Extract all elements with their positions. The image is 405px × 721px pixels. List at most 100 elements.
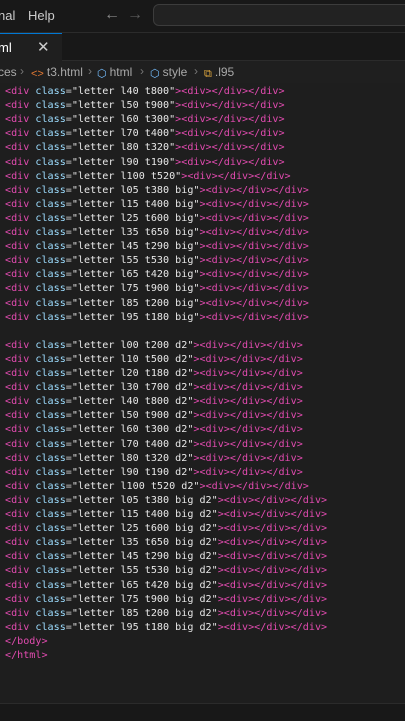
code-token: <div: [5, 424, 30, 436]
code-line[interactable]: <div class="letter l45 t290 big"><div></…: [5, 240, 309, 254]
element-icon: ⬡: [97, 68, 107, 80]
code-token: <div: [5, 311, 30, 323]
code-token: class: [29, 227, 66, 238]
code-line[interactable]: <div class="letter l15 t400 big"><div></…: [5, 198, 309, 212]
code-token: <div: [5, 184, 30, 196]
code-token: <div: [5, 466, 30, 478]
code-token: <div></div></div>: [181, 100, 285, 112]
code-token: <div></div></div>: [181, 86, 285, 97]
code-token: class: [29, 184, 66, 196]
back-arrow-icon[interactable]: ←: [104, 6, 120, 24]
breadcrumb-style-label: style: [162, 65, 188, 79]
code-line[interactable]: </body>: [5, 635, 48, 649]
code-line[interactable]: <div class="letter l90 t190 d2"><div></d…: [5, 466, 303, 480]
code-token: class: [29, 353, 66, 365]
code-token: class: [29, 523, 66, 535]
code-token: <div></div></div>: [181, 128, 285, 140]
code-line[interactable]: <div class="letter l20 t180 d2"><div></d…: [5, 367, 303, 381]
code-line[interactable]: <div class="letter l100 t520 d2"><div></…: [5, 480, 309, 494]
code-line[interactable]: <div class="letter l40 t800 d2"><div></d…: [5, 395, 303, 409]
code-line[interactable]: <div class="letter l100 t520"><div></div…: [5, 170, 291, 184]
code-line[interactable]: <div class="letter l95 t180 big d2"><div…: [5, 621, 327, 635]
code-line[interactable]: <div class="letter l85 t200 big"><div></…: [5, 297, 309, 311]
code-line[interactable]: <div class="letter l35 t650 big d2"><div…: [5, 536, 327, 550]
code-token: <div></div></div>: [199, 382, 303, 394]
code-line[interactable]: <div class="letter l40 t800"><div></div>…: [5, 85, 285, 99]
code-line[interactable]: <div class="letter l65 t420 big d2"><div…: [5, 579, 327, 593]
breadcrumb-html[interactable]: ⬡ html: [97, 65, 132, 80]
code-token: "letter l60 t300 d2": [71, 424, 194, 436]
code-line[interactable]: <div class="letter l10 t500 d2"><div></d…: [5, 353, 303, 367]
code-token: <div></div></div>: [205, 198, 309, 210]
code-line[interactable]: </html>: [5, 649, 48, 663]
code-line[interactable]: <div class="letter l25 t600 big"><div></…: [5, 212, 309, 226]
code-line[interactable]: <div class="letter l30 t700 d2"><div></d…: [5, 381, 303, 395]
code-token: "letter l55 t530 big d2": [71, 565, 218, 577]
code-editor[interactable]: <div class="letter l40 t800"><div></div>…: [0, 83, 405, 700]
code-line[interactable]: <div class="letter l95 t180 big"><div></…: [5, 311, 309, 325]
breadcrumb-file[interactable]: <> t3.html: [31, 65, 83, 80]
code-token: </body>: [5, 635, 48, 647]
code-line[interactable]: <div class="letter l00 t200 d2"><div></d…: [5, 339, 303, 353]
menu-help[interactable]: Help: [28, 8, 55, 23]
code-token: "letter l85 t200 big d2": [71, 607, 218, 619]
menu-terminal[interactable]: nal: [0, 8, 15, 23]
code-token: <div></div></div>: [199, 438, 303, 450]
code-line[interactable]: <div class="letter l75 t900 big"><div></…: [5, 282, 309, 296]
code-token: <div></div></div>: [199, 396, 303, 408]
code-token: <div></div></div>: [187, 170, 291, 182]
code-line[interactable]: <div class="letter l85 t200 big d2"><div…: [5, 607, 327, 621]
code-line[interactable]: <div class="letter l25 t600 big d2"><div…: [5, 522, 327, 536]
code-line[interactable]: <div class="letter l55 t530 big d2"><div…: [5, 564, 327, 578]
code-line[interactable]: <div class="letter l05 t380 big d2"><div…: [5, 494, 327, 508]
code-token: <div></div></div>: [181, 156, 285, 168]
code-token: <div: [5, 494, 30, 506]
code-token: <div></div></div>: [223, 509, 328, 520]
forward-arrow-icon[interactable]: →: [127, 6, 143, 24]
breadcrumb: ces › <> t3.html › ⬡ html › ⬡ style › ⧉ .l95: [0, 61, 405, 83]
code-token: class: [29, 100, 66, 112]
code-line[interactable]: <div class="letter l55 t530 big"><div></…: [5, 254, 309, 268]
code-line[interactable]: <div class="letter l35 t650 big"><div></…: [5, 226, 309, 240]
code-token: class: [29, 565, 66, 577]
code-token: class: [29, 579, 66, 591]
code-token: <div: [5, 438, 30, 450]
code-token: "letter l85 t200 big": [71, 297, 200, 309]
code-line[interactable]: <div class="letter l50 t900"><div></div>…: [5, 99, 285, 113]
code-token: class: [29, 382, 66, 394]
code-token: <div></div></div>: [205, 255, 309, 267]
code-line[interactable]: <div class="letter l15 t400 big d2"><div…: [5, 508, 327, 522]
close-icon[interactable]: ✕: [37, 38, 50, 56]
breadcrumb-selector[interactable]: ⧉ .l95: [204, 65, 234, 81]
code-line[interactable]: <div class="letter l80 t320"><div></div>…: [5, 141, 285, 155]
code-token: <div: [5, 621, 30, 633]
chevron-right-icon: ›: [194, 64, 198, 78]
code-line[interactable]: <div class="letter l60 t300"><div></div>…: [5, 113, 285, 127]
code-line[interactable]: <div class="letter l75 t900 big d2"><div…: [5, 593, 327, 607]
breadcrumb-style[interactable]: ⬡ style: [150, 65, 187, 80]
code-line[interactable]: <div class="letter l50 t900 d2"><div></d…: [5, 409, 303, 423]
code-line[interactable]: <div class="letter l45 t290 big d2"><div…: [5, 550, 327, 564]
code-token: <div: [5, 537, 30, 549]
code-token: <div: [5, 86, 30, 97]
code-token: <div></div></div>: [223, 523, 328, 535]
code-line[interactable]: <div class="letter l70 t400"><div></div>…: [5, 127, 285, 141]
code-token: class: [29, 396, 66, 408]
code-token: class: [29, 466, 66, 478]
code-token: class: [29, 212, 66, 224]
code-token: <div: [5, 269, 30, 281]
tab-t3-html[interactable]: ml ✕: [0, 33, 62, 61]
breadcrumb-folder[interactable]: ces: [0, 65, 17, 79]
code-line[interactable]: <div class="letter l80 t320 d2"><div></d…: [5, 452, 303, 466]
code-line[interactable]: <div class="letter l05 t380 big"><div></…: [5, 184, 309, 198]
code-line[interactable]: <div class="letter l90 t190"><div></div>…: [5, 156, 285, 170]
code-line[interactable]: <div class="letter l65 t420 big"><div></…: [5, 268, 309, 282]
code-line[interactable]: <div class="letter l70 t400 d2"><div></d…: [5, 438, 303, 452]
code-token: class: [29, 128, 66, 140]
code-line[interactable]: <div class="letter l60 t300 d2"><div></d…: [5, 423, 303, 437]
code-token: class: [29, 537, 66, 549]
code-token: <div></div></div>: [223, 537, 328, 549]
css-selector-icon: ⧉: [204, 68, 212, 80]
command-center-search[interactable]: [153, 4, 405, 26]
code-token: "letter l95 t180 big": [71, 311, 200, 323]
